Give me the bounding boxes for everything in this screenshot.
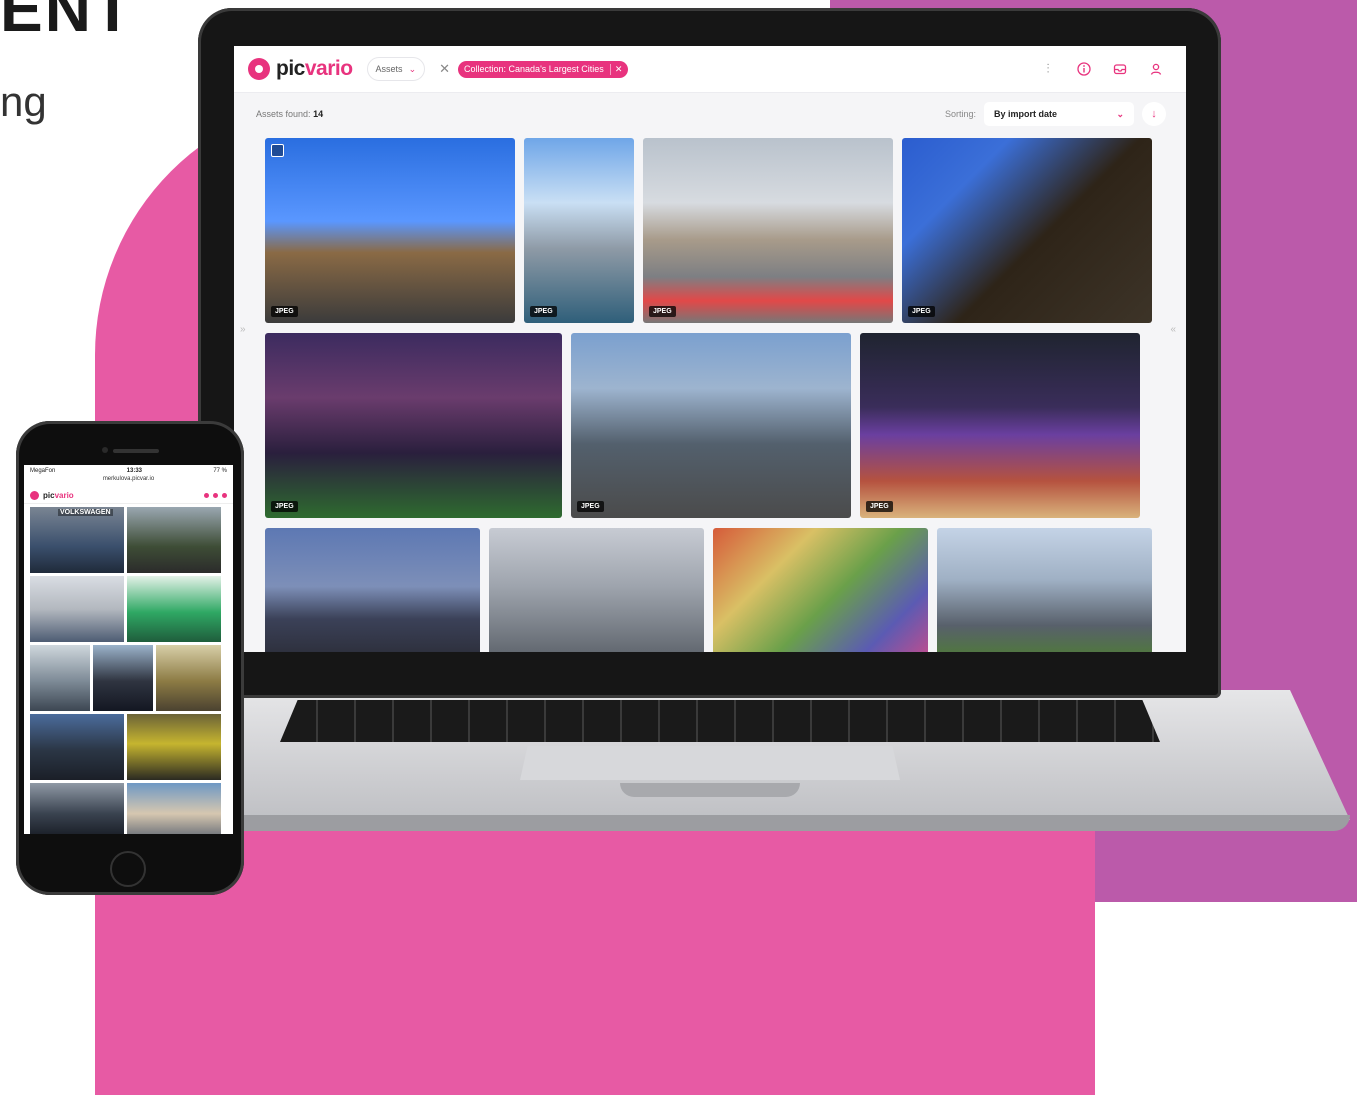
user-icon[interactable] xyxy=(1146,59,1166,79)
phone-camera xyxy=(102,447,108,453)
clear-filters-icon[interactable]: ✕ xyxy=(439,61,450,77)
remove-filter-icon[interactable]: ✕ xyxy=(609,63,622,75)
phone-thumbnail[interactable] xyxy=(127,714,221,780)
user-icon[interactable] xyxy=(222,493,227,498)
collection-filter-label: Collection: Canada's Largest Cities xyxy=(464,64,604,74)
laptop-base-lip xyxy=(150,815,1350,831)
asset-thumbnail[interactable]: JPEG xyxy=(524,138,634,323)
app-topbar: picvario Assets ⌄ ✕ Collection: Canada's… xyxy=(234,46,1186,93)
hero-headline: ENT xyxy=(0,0,134,45)
phone-screen: MegaFon 13:33 77 % merkulova.picvar.io p… xyxy=(24,465,233,834)
inbox-icon[interactable] xyxy=(1110,59,1130,79)
phone-thumbnail[interactable] xyxy=(30,576,124,642)
assets-dropdown[interactable]: Assets ⌄ xyxy=(366,57,426,81)
asset-thumbnail[interactable]: JPEG xyxy=(643,138,893,323)
collection-filter-chip[interactable]: Collection: Canada's Largest Cities ✕ xyxy=(458,60,629,78)
phone-thumbnail[interactable] xyxy=(127,507,221,573)
arrow-down-icon: ↓ xyxy=(1151,108,1157,120)
inbox-icon[interactable] xyxy=(213,493,218,498)
file-type-badge: JPEG xyxy=(908,306,935,317)
file-type-badge: JPEG xyxy=(271,501,298,512)
picvario-logo[interactable]: picvario xyxy=(248,57,353,81)
sorting-control: Sorting: By import date ⌄ ↓ xyxy=(945,102,1166,126)
expand-right-icon[interactable]: « xyxy=(1170,324,1176,335)
asset-thumbnail[interactable] xyxy=(713,528,928,652)
logo-mark-icon xyxy=(248,58,270,80)
info-icon[interactable] xyxy=(204,493,209,498)
laptop-trackpad xyxy=(520,746,900,780)
info-icon[interactable] xyxy=(1074,59,1094,79)
phone-home-button xyxy=(110,851,146,887)
phone-thumbnail[interactable] xyxy=(30,507,124,573)
phone-thumbnail[interactable] xyxy=(127,576,221,642)
status-time: 13:33 xyxy=(126,468,143,474)
phone-thumbnail[interactable] xyxy=(156,645,221,711)
phone-topbar-icons xyxy=(204,493,227,498)
file-type-badge: JPEG xyxy=(530,306,557,317)
photo-sign-text: VOLKSWAGEN xyxy=(58,509,113,516)
logo-mark-icon xyxy=(30,491,39,500)
expand-left-icon[interactable]: » xyxy=(240,324,246,335)
asset-thumbnail[interactable]: JPEG xyxy=(571,333,851,518)
phone-app-topbar: picvario xyxy=(24,488,233,504)
laptop-notch xyxy=(620,783,800,797)
phone-thumbnail[interactable] xyxy=(30,645,90,711)
sorting-value: By import date xyxy=(994,109,1058,119)
file-type-badge: JPEG xyxy=(271,306,298,317)
asset-thumbnail[interactable]: JPEG xyxy=(265,333,562,518)
topbar-icons: ⫶ xyxy=(1038,59,1166,79)
laptop-screen: picvario Assets ⌄ ✕ Collection: Canada's… xyxy=(234,46,1186,652)
multi-page-icon xyxy=(271,144,284,157)
assets-dropdown-label: Assets xyxy=(375,64,403,74)
chevron-down-icon: ⌄ xyxy=(1116,108,1124,119)
results-toolbar: Assets found: 14 Sorting: By import date… xyxy=(256,100,1166,128)
phone-logo-text[interactable]: picvario xyxy=(43,491,74,500)
asset-thumbnail[interactable]: JPEG xyxy=(860,333,1140,518)
chevron-down-icon: ⌄ xyxy=(408,63,417,74)
phone-thumbnail[interactable] xyxy=(30,714,124,780)
sliders-icon[interactable]: ⫶ xyxy=(1038,59,1058,79)
file-type-badge: JPEG xyxy=(649,306,676,317)
asset-thumbnail[interactable]: JPEG xyxy=(902,138,1152,323)
logo-text: picvario xyxy=(276,57,353,80)
assets-found-count: 14 xyxy=(313,109,324,119)
carrier-label: MegaFon xyxy=(30,468,56,474)
sort-direction-button[interactable]: ↓ xyxy=(1142,102,1166,126)
asset-thumbnail[interactable] xyxy=(937,528,1152,652)
asset-thumbnail[interactable] xyxy=(265,528,480,652)
phone-thumbnail[interactable] xyxy=(127,783,221,834)
phone-thumbnail[interactable] xyxy=(30,783,124,834)
battery-label: 77 % xyxy=(213,468,227,474)
phone-url-bar[interactable]: merkulova.picvar.io xyxy=(24,476,233,482)
hero-subline: ng xyxy=(0,78,47,125)
asset-thumbnail[interactable]: JPEG xyxy=(265,138,515,323)
phone-speaker xyxy=(113,449,159,453)
file-type-badge: JPEG xyxy=(577,501,604,512)
asset-thumbnail[interactable] xyxy=(489,528,704,652)
sorting-label: Sorting: xyxy=(944,109,976,119)
phone-thumbnail[interactable] xyxy=(93,645,153,711)
laptop-keyboard xyxy=(280,700,1160,742)
sorting-select[interactable]: By import date ⌄ xyxy=(984,102,1134,126)
file-type-badge: JPEG xyxy=(866,501,893,512)
assets-found: Assets found: 14 xyxy=(256,109,324,119)
